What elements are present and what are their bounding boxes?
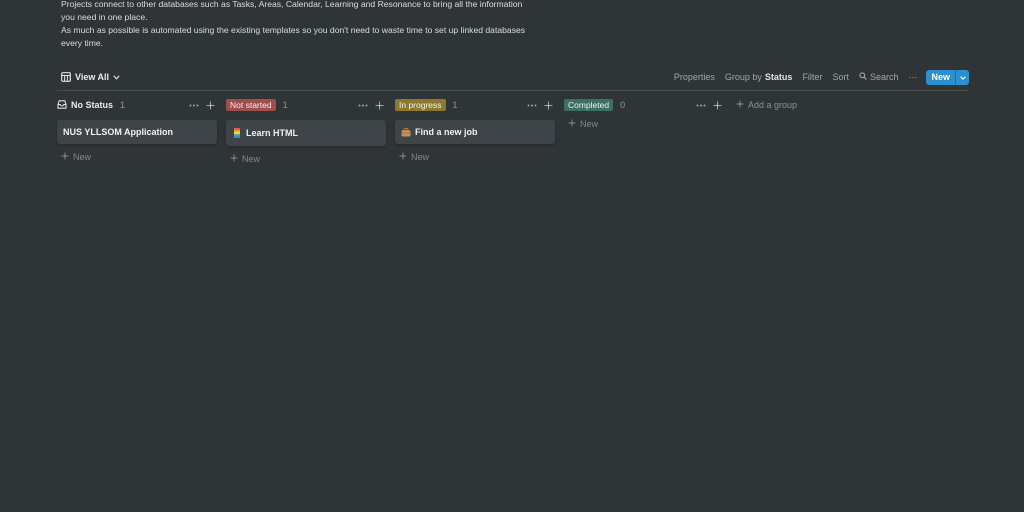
new-template-dropdown[interactable]: [955, 69, 969, 85]
column-header: Not started 1: [226, 97, 386, 113]
status-badge: Not started: [226, 99, 276, 111]
search-label: Search: [869, 72, 899, 82]
group-by-button[interactable]: Group by Status: [720, 70, 798, 84]
column-title[interactable]: In progress: [395, 99, 446, 111]
column-title-label: No Status: [71, 100, 114, 110]
column-title[interactable]: No Status: [57, 99, 114, 111]
plus-icon: [399, 152, 407, 162]
status-badge: In progress: [395, 99, 446, 111]
add-group-button[interactable]: Add a group: [736, 97, 797, 113]
view-selector[interactable]: View All: [57, 70, 124, 84]
sort-button[interactable]: Sort: [827, 70, 854, 84]
card-title: Learn HTML: [246, 128, 299, 138]
inbox-icon: [57, 99, 67, 111]
chevron-down-icon: [113, 74, 120, 80]
board-view-icon: [61, 72, 71, 82]
search-icon: [859, 72, 867, 82]
properties-button[interactable]: Properties: [669, 70, 720, 84]
column-add-icon[interactable]: [712, 99, 722, 111]
briefcase-icon: [401, 127, 411, 137]
add-card-label: New: [242, 154, 261, 164]
board-card[interactable]: Find a new job: [395, 120, 555, 144]
plus-icon: [230, 154, 238, 164]
column-header: In progress 1: [395, 97, 555, 113]
toolbar-divider: [57, 90, 969, 91]
column-more-icon[interactable]: [696, 99, 706, 111]
column-count: 1: [282, 100, 288, 110]
database-description: Projects connect to other databases such…: [61, 0, 531, 50]
add-card-button[interactable]: New: [395, 152, 555, 162]
filter-button[interactable]: Filter: [797, 70, 827, 84]
column-title[interactable]: Not started: [226, 99, 276, 111]
column-count: 1: [120, 100, 126, 110]
column-count: 1: [452, 100, 458, 110]
group-by-value: Status: [764, 72, 793, 82]
rainbow-icon: [232, 128, 242, 138]
more-options-button[interactable]: ···: [903, 70, 922, 84]
column-header: Completed 0: [564, 97, 724, 113]
add-card-button[interactable]: New: [226, 154, 386, 164]
status-badge: Completed: [564, 99, 614, 111]
add-card-label: New: [411, 152, 430, 162]
column-add-icon[interactable]: [543, 99, 553, 111]
new-button-group: New: [926, 69, 969, 85]
column-count: 0: [620, 100, 626, 110]
board-column-not-started: Not started 1 Learn HTML New: [226, 97, 386, 164]
add-card-label: New: [73, 152, 92, 162]
add-card-button[interactable]: New: [564, 119, 724, 129]
description-line: As much as possible is automated using t…: [61, 25, 526, 48]
plus-icon: [736, 100, 744, 110]
card-title: Find a new job: [415, 127, 478, 137]
group-by-label: Group by: [724, 72, 762, 82]
column-more-icon[interactable]: [527, 99, 537, 111]
add-card-button[interactable]: New: [57, 152, 217, 162]
card-title: NUS YLLSOM Application: [63, 127, 174, 137]
database-toolbar: View All Properties Group by Status Filt…: [57, 68, 969, 86]
add-card-label: New: [580, 119, 599, 129]
chevron-down-icon: [959, 72, 966, 82]
search-button[interactable]: Search: [854, 70, 904, 84]
column-more-icon[interactable]: [358, 99, 368, 111]
column-title[interactable]: Completed: [564, 99, 614, 111]
column-add-icon[interactable]: [374, 99, 384, 111]
board-column-no-status: No Status 1 NUS YLLSOM Application New: [57, 97, 217, 162]
view-label: View All: [75, 72, 110, 82]
add-group-label: Add a group: [748, 100, 798, 110]
column-add-icon[interactable]: [205, 99, 215, 111]
description-line: Projects connect to other databases such…: [61, 0, 523, 22]
plus-icon: [568, 119, 576, 129]
column-header: No Status 1: [57, 97, 217, 113]
board-column-in-progress: In progress 1 Find a new job New: [395, 97, 555, 162]
board-card[interactable]: NUS YLLSOM Application: [57, 120, 217, 144]
board-column-completed: Completed 0 New: [564, 97, 724, 129]
plus-icon: [61, 152, 69, 162]
board-card[interactable]: Learn HTML: [226, 120, 386, 146]
column-more-icon[interactable]: [189, 99, 199, 111]
new-page-button[interactable]: New: [926, 70, 955, 85]
